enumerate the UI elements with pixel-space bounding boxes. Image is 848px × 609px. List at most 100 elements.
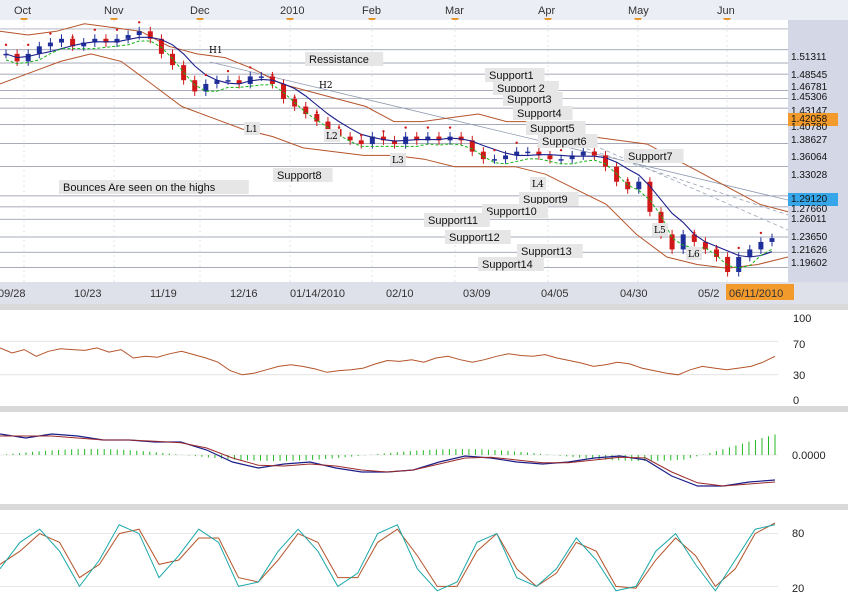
pane-divider [0,304,848,310]
sar-dot [737,246,740,250]
sar-dot [426,126,430,129]
sar-dot [382,130,385,133]
month-label: Mar [445,5,464,17]
price-label: 1.23650 [791,232,828,243]
sar-dot [315,111,319,114]
rsi-axis-label: 0 [793,395,799,407]
peak-label: L1 [246,125,258,135]
candle-body [36,46,42,54]
month-label: Dec [190,5,210,17]
peak-label: H2 [319,81,333,91]
candle-body [747,249,753,257]
price-label: 1.36064 [791,152,828,163]
candle-body [580,151,586,156]
annotation-label: Support7 [628,151,673,163]
peak-label: H1 [209,46,223,56]
candle-body [591,151,597,156]
sar-dot [337,126,341,129]
date-label: 11/19 [150,288,177,300]
candle-body [713,249,719,257]
annotation-label: Support12 [449,232,500,244]
month-label: May [628,5,649,17]
annotation-label: Support1 [489,70,534,82]
peak-label: L5 [654,226,666,236]
candle-body [491,159,497,161]
month-label: Oct [14,5,31,17]
sar-dot [71,36,74,39]
sar-dot [160,43,163,47]
annotation-label: Support3 [507,94,552,106]
sar-dot [271,73,274,77]
annotation-label: Support4 [517,108,562,120]
sar-dot [604,156,607,159]
macd-pane [0,412,778,504]
sar-dot [182,69,185,73]
candle-body [281,83,287,99]
pane-divider [0,406,848,412]
macd-axis: 0.0000 [792,450,826,462]
month-label: Nov [104,5,124,17]
price-label: 1.26011 [791,214,827,225]
date-label: 02/10 [386,288,414,300]
candle-body [25,53,31,62]
sar-dot [93,28,97,32]
rsi-axis-panel [778,310,848,406]
candle-body [480,151,486,160]
candle-body [170,53,176,66]
candle-body [225,80,231,82]
stochastic-axis-panel [778,510,848,609]
sar-dot [4,43,8,47]
candle-body [47,42,53,47]
candle-body [769,238,775,242]
candle-body [158,38,164,54]
price-label: 1.33028 [791,170,828,181]
price-label: 1.40780 [791,122,828,133]
stochastic-axis-label: 20 [792,583,804,595]
peak-label: L3 [392,156,404,166]
month-label: Apr [538,5,555,17]
sar-dot [204,73,208,77]
month-label: Feb [362,5,381,17]
macd-axis-label: 0.0000 [792,450,826,462]
sar-dot [404,126,407,129]
price-label: 1.48545 [791,70,828,81]
sar-dot [138,21,141,24]
price-label: 1.38627 [791,135,828,146]
sar-dot [249,66,252,69]
chart-canvas: Oct Nov Dec 2010 Feb Mar Apr May Jun Ressistance… [0,0,848,609]
stochastic-pane [0,510,778,609]
price-label: 1.19602 [791,258,828,269]
pane-divider [0,504,848,510]
sar-dot [27,43,30,47]
candle-body [358,140,364,145]
candle-body [525,151,531,154]
candle-body [503,155,509,160]
annotation-label: Support5 [530,123,575,135]
sar-dot [448,126,452,129]
sar-dot [493,148,496,152]
date-axis-strip [0,282,848,304]
candle-body [125,35,131,39]
peak-label: L6 [688,250,700,260]
stochastic-axis-label: 80 [792,528,804,540]
candle-body [192,80,198,92]
candle-body [314,114,320,122]
sar-dot [715,246,718,250]
date-label: 04/05 [541,288,569,300]
candle-body [59,38,65,43]
peak-label: L2 [326,132,338,142]
candle-body [558,159,564,161]
sar-dot [648,201,652,205]
annotation-label: Support6 [542,136,587,148]
candle-body [547,155,553,160]
date-label: 01/14/2010 [290,288,345,300]
candle-body [258,76,264,78]
sar-dot [693,231,696,235]
annotation-label: Support8 [277,170,322,182]
rsi-pane [0,310,778,406]
sar-dot [49,32,52,35]
candle-body [136,31,142,36]
sar-dot [670,239,674,242]
candle-body [736,256,742,272]
rsi-axis-label: 100 [793,313,811,325]
